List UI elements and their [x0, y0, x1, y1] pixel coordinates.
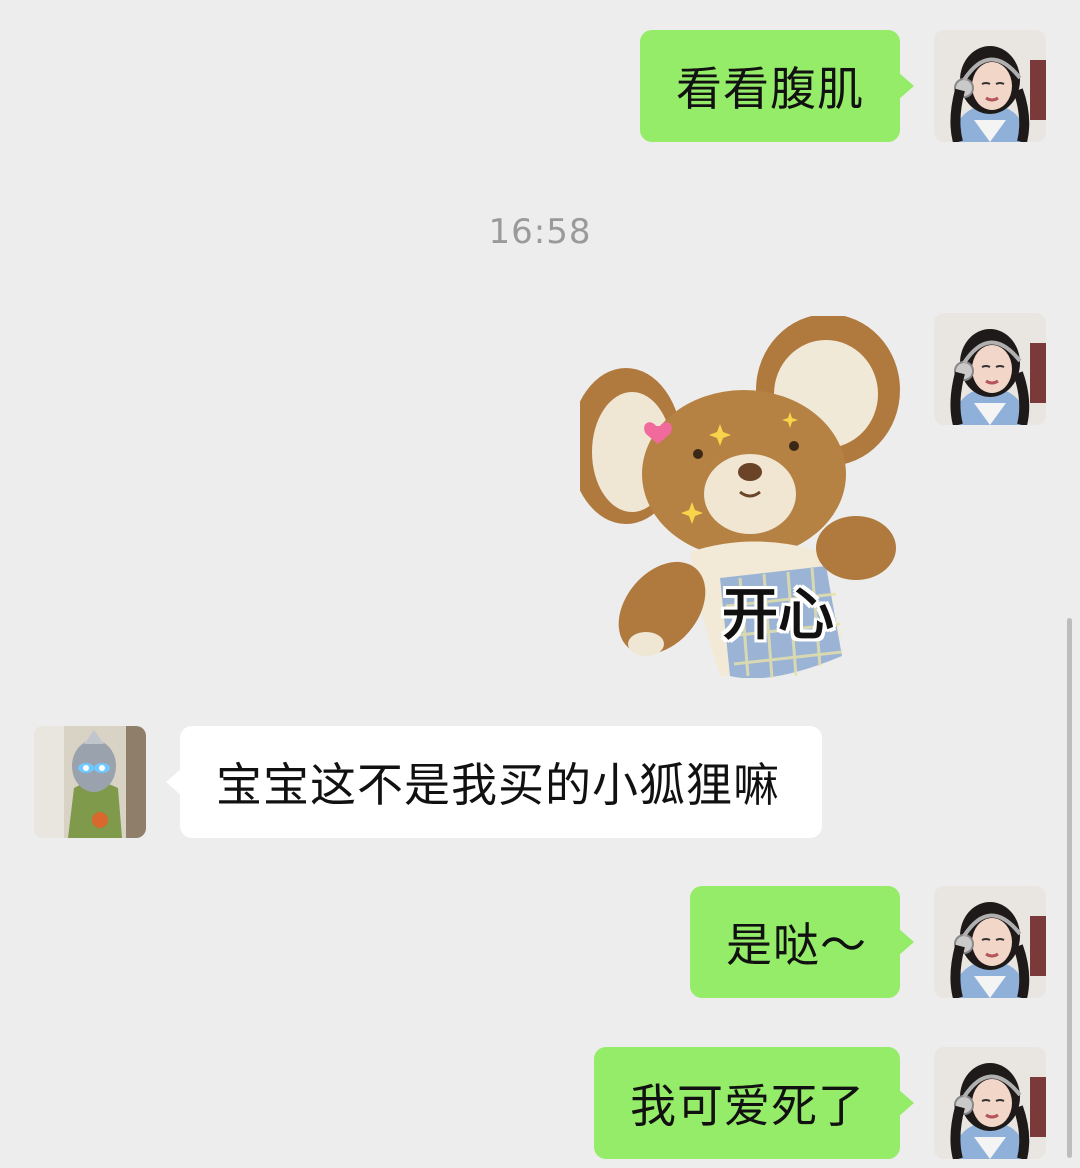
chat-view: 看看腹肌 16:58 开心 宝宝这不是我买的小狐狸嘛 是哒～ 我可爱死了: [0, 0, 1080, 1168]
message-bubble-outgoing[interactable]: 我可爱死了: [594, 1047, 914, 1159]
sticker-message[interactable]: 开心: [580, 316, 902, 678]
my-avatar-icon[interactable]: [934, 1047, 1046, 1159]
my-avatar-icon[interactable]: [934, 886, 1046, 998]
message-bubble-incoming[interactable]: 宝宝这不是我买的小狐狸嘛: [166, 726, 822, 838]
message-text: 看看腹肌: [676, 62, 864, 116]
timestamp: 16:58: [488, 212, 592, 252]
message-bubble-outgoing[interactable]: 是哒～: [690, 886, 914, 998]
message-text: 是哒～: [726, 918, 867, 972]
my-avatar-icon[interactable]: [934, 313, 1046, 425]
my-avatar-icon[interactable]: [934, 30, 1046, 142]
message-text: 我可爱死了: [630, 1079, 865, 1133]
contact-avatar-icon[interactable]: [34, 726, 146, 838]
sticker-caption: 开心: [722, 583, 834, 648]
message-bubble-outgoing[interactable]: 看看腹肌: [640, 30, 914, 142]
message-text: 宝宝这不是我买的小狐狸嘛: [216, 758, 780, 812]
scrollbar[interactable]: [1067, 618, 1072, 1158]
